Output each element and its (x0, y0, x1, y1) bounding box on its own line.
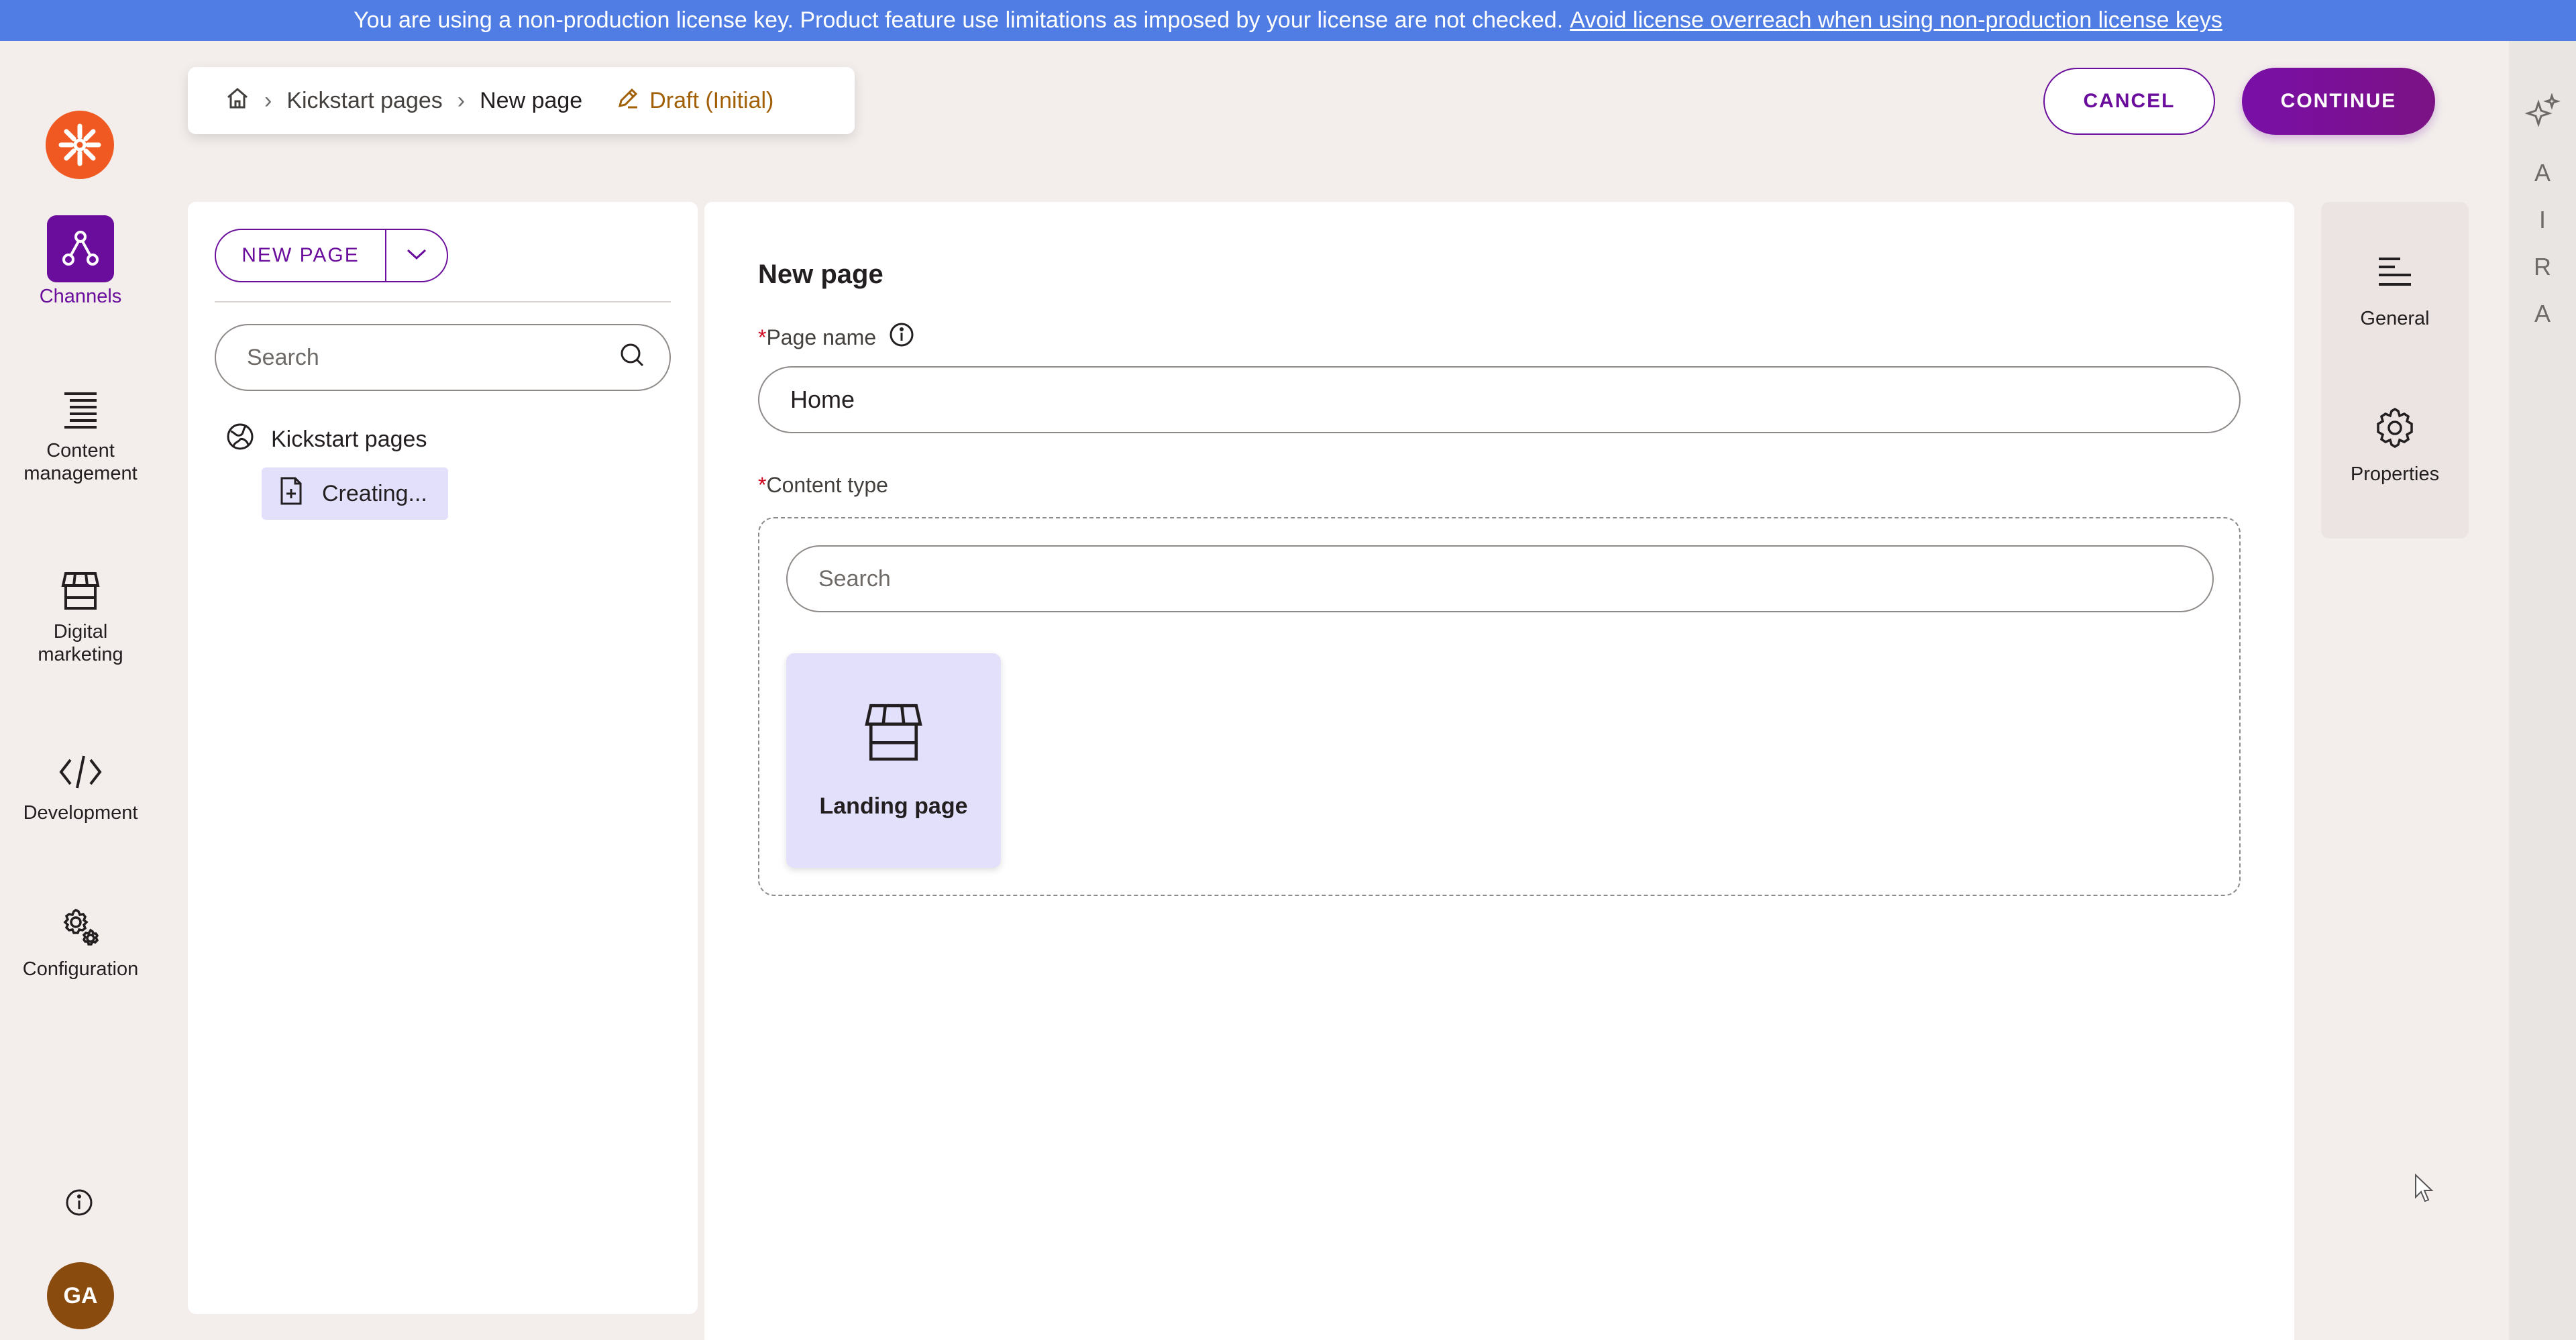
tab-label: Properties (2350, 463, 2440, 485)
sparkles-icon[interactable] (2524, 93, 2561, 129)
breadcrumb-item-current: New page (480, 87, 583, 113)
content-management-icon (47, 383, 114, 437)
gear-icon (2371, 404, 2418, 451)
aira-letter: A (2534, 300, 2551, 327)
nav-item-configuration[interactable]: Configuration (0, 901, 161, 981)
required-marker: * (758, 473, 767, 497)
nav-item-label: Configuration (22, 958, 139, 980)
nav-item-label: Development (23, 802, 138, 824)
status-badge: Draft (Initial) (616, 86, 773, 116)
content-tree-panel: NEW PAGE Search Kickstart pages Creating… (188, 202, 698, 1314)
content-type-tile-label: Landing page (819, 793, 968, 819)
license-banner: You are using a non-production license k… (0, 0, 2576, 41)
tree-node-creating[interactable]: Creating... (262, 467, 448, 520)
new-page-dropdown-button[interactable] (386, 230, 447, 281)
nav-item-digital-marketing[interactable]: Digital marketing (0, 564, 161, 666)
code-icon (47, 745, 114, 799)
avatar[interactable]: GA (47, 1262, 114, 1329)
tree-search-input[interactable]: Search (215, 324, 671, 391)
aira-letter: I (2538, 206, 2546, 233)
new-page-split-button: NEW PAGE (215, 229, 448, 282)
store-icon (47, 564, 114, 618)
main-navigation: Channels Content management Digital mark… (0, 41, 161, 1340)
page-name-label: *Page name (758, 321, 915, 353)
channels-icon (47, 215, 114, 282)
mouse-cursor-icon (2415, 1173, 2434, 1203)
divider (215, 301, 671, 302)
tab-general[interactable]: General (2321, 249, 2469, 330)
tree-node-label: Kickstart pages (271, 427, 427, 452)
aira-letter: R (2534, 253, 2551, 280)
content-type-selector: Search Landing page (758, 517, 2241, 896)
kentico-logo-icon[interactable] (46, 111, 114, 179)
align-left-icon (2371, 249, 2418, 296)
tree-node-kickstart-pages[interactable]: Kickstart pages (225, 422, 427, 457)
breadcrumb-separator: › (457, 87, 466, 113)
required-marker: * (758, 325, 767, 349)
home-icon[interactable] (225, 86, 250, 116)
content-type-search-input[interactable]: Search (786, 545, 2214, 612)
nav-item-label: Content management (23, 440, 138, 484)
license-banner-link[interactable]: Avoid license overreach when using non-p… (1570, 7, 2222, 34)
search-icon (619, 341, 645, 374)
continue-button[interactable]: CONTINUE (2242, 68, 2435, 135)
tab-properties[interactable]: Properties (2321, 404, 2469, 486)
license-banner-text: You are using a non-production license k… (354, 7, 1564, 33)
page-name-input[interactable]: Home (758, 366, 2241, 433)
info-icon[interactable] (64, 1188, 94, 1217)
tab-label: General (2360, 308, 2430, 329)
search-placeholder: Search (247, 344, 319, 370)
page-name-label-text: Page name (766, 325, 877, 349)
breadcrumb-item-kickstart-pages[interactable]: Kickstart pages (286, 88, 442, 114)
nav-item-label: Channels (39, 286, 122, 307)
nav-item-development[interactable]: Development (0, 745, 161, 824)
page-title: New page (758, 260, 883, 289)
content-type-tile-landing-page[interactable]: Landing page (786, 653, 1001, 868)
nav-item-content-management[interactable]: Content management (0, 383, 161, 485)
breadcrumb: › Kickstart pages › New page Draft (Init… (188, 67, 855, 134)
chevron-down-icon (405, 247, 428, 264)
aira-letter: A (2534, 159, 2551, 186)
tree-node-label: Creating... (322, 480, 427, 506)
new-page-form: New page *Page name Home *Content type S… (704, 202, 2294, 1340)
nav-item-channels[interactable]: Channels (0, 215, 161, 308)
breadcrumb-separator: › (264, 87, 272, 113)
info-icon[interactable] (888, 321, 915, 353)
nav-item-label: Digital marketing (38, 621, 123, 665)
store-icon (863, 702, 924, 767)
content-type-label: *Content type (758, 473, 888, 498)
side-tabs-panel: General Properties (2321, 202, 2469, 539)
content-type-label-text: Content type (766, 473, 888, 497)
document-plus-icon (279, 477, 303, 511)
aira-sidebar[interactable]: A I R A (2509, 41, 2576, 1340)
gears-icon (47, 901, 114, 955)
new-page-button[interactable]: NEW PAGE (216, 230, 386, 281)
globe-icon (225, 422, 255, 457)
pencil-icon (616, 86, 640, 116)
status-label: Draft (Initial) (649, 87, 774, 113)
cancel-button[interactable]: CANCEL (2043, 68, 2215, 135)
